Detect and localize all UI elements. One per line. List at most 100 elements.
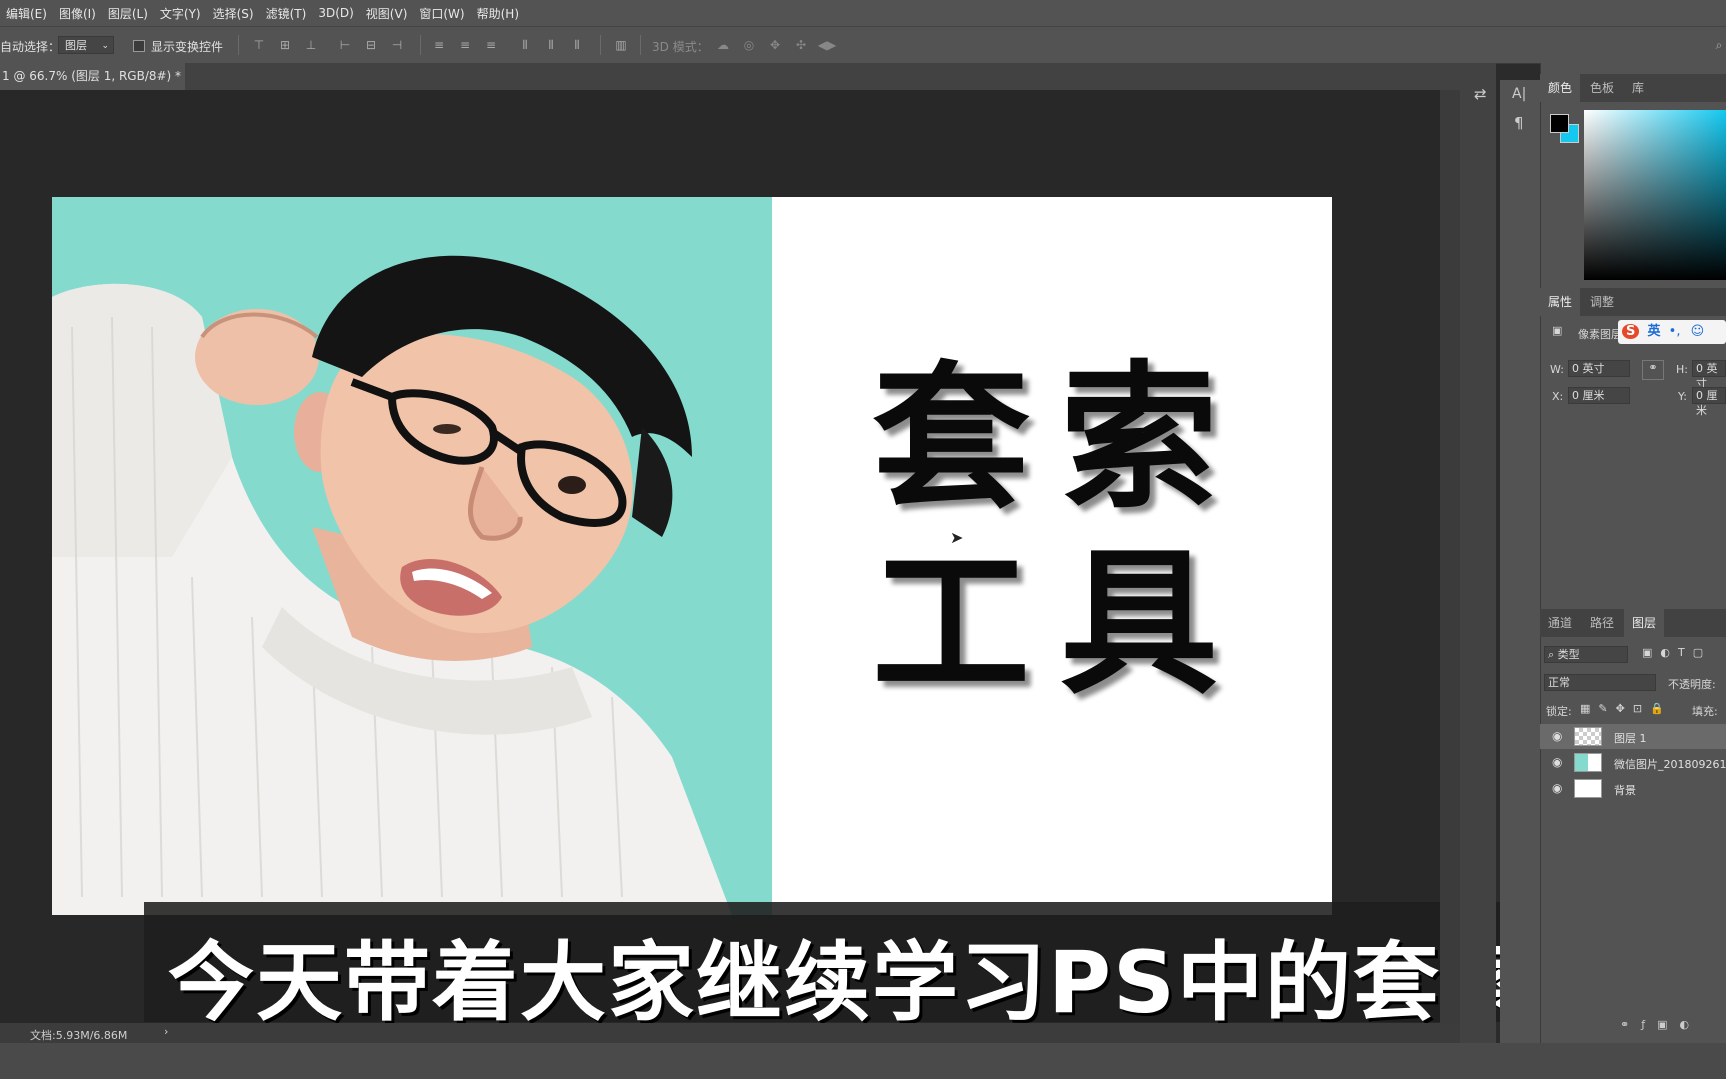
auto-align-icon[interactable]: ▥ [612,37,630,53]
chevron-down-icon: ⌄ [101,41,109,51]
y-field[interactable]: 0 厘米 [1692,387,1726,417]
link-icon[interactable]: ⚭ [1642,360,1664,380]
width-field[interactable]: 0 英寸 [1568,360,1630,377]
color-panel-tabs: 颜色 色板 库 [1540,74,1726,102]
canvas-photo [52,197,772,915]
w-label: W: [1550,363,1564,376]
tab-swatches[interactable]: 色板 [1582,74,1622,102]
distribute-vcenter-icon[interactable]: ≡ [456,37,474,53]
menu-window[interactable]: 窗口(W) [413,5,470,22]
props-kind-label: 像素图层 [1578,328,1622,341]
layer-thumbnail [1574,753,1602,772]
pixel-layer-icon: ▣ [1552,324,1563,337]
document-tab-title: 1 @ 66.7% (图层 1, RGB/8#) * [2,69,182,83]
tab-properties[interactable]: 属性 [1540,288,1581,316]
options-bar: 自动选择： 图层 ⌄ 显示变换控件 ⊤ ⊞ ⊥ ⊢ ⊟ ⊣ ≡ ≡ ≡ ⦀ ⦀ … [0,26,1726,64]
3d-roll-icon[interactable]: ◎ [740,37,758,53]
foreground-color-swatch[interactable] [1550,114,1569,133]
ime-punct-label[interactable]: •, [1669,324,1681,339]
layer-filter-value: 类型 [1557,648,1580,661]
layer-name: 背景 [1614,784,1636,797]
fill-label: 填充: [1692,705,1718,718]
document-tab-bar [0,63,1466,90]
layer-filter-dropdown[interactable]: ⌕ 类型 [1544,646,1628,663]
divider [640,35,641,55]
eye-icon[interactable]: ◉ [1552,781,1562,795]
ime-brand-icon: S [1622,324,1640,339]
show-transform-checkbox[interactable] [133,40,145,52]
status-bar: 文档:5.93M/6.86M › [0,1023,1466,1043]
search-icon[interactable]: ⌕ [1710,37,1726,53]
height-field[interactable]: 0 英寸 [1692,360,1726,390]
layer-name: 图层 1 [1614,732,1647,745]
divider [238,35,239,55]
ime-lang-label[interactable]: 英 [1648,324,1661,339]
tab-layers[interactable]: 图层 [1624,609,1665,637]
align-hcenter-icon[interactable]: ⊟ [362,37,380,53]
3d-scale-icon[interactable]: ◀▶ [818,37,836,53]
properties-panel-tabs: 属性 调整 [1540,288,1726,316]
divider [600,35,601,55]
emoji-icon[interactable]: ☺ [1691,324,1705,339]
layer-filter-icons[interactable]: ▣◐T▢ [1642,646,1711,659]
x-field[interactable]: 0 厘米 [1568,387,1630,404]
distribute-hcenter-icon[interactable]: ⦀ [542,37,560,53]
divider [420,35,421,55]
3d-slide-icon[interactable]: ✣ [792,37,810,53]
distribute-right-icon[interactable]: ⦀ [568,37,586,53]
3d-pan-icon[interactable]: ✥ [766,37,784,53]
eye-icon[interactable]: ◉ [1552,729,1562,743]
panel-icon-column: A| ¶ [1500,80,1540,1043]
menu-select[interactable]: 选择(S) [207,5,260,22]
menu-3d[interactable]: 3D(D) [312,6,359,20]
document-tab[interactable]: 1 @ 66.7% (图层 1, RGB/8#) * × [0,63,185,110]
menu-bar: 编辑(E) 图像(I) 图层(L) 文字(Y) 选择(S) 滤镜(T) 3D(D… [0,0,1726,26]
color-picker-field[interactable] [1584,110,1726,280]
layer-row[interactable]: ◉ 图层 1 [1540,724,1726,749]
ime-toolbar[interactable]: S 英 •, ☺ [1618,320,1726,344]
doc-size-status: 文档:5.93M/6.86M [30,1029,128,1042]
layer-row[interactable]: ◉ 背景 [1540,776,1726,801]
eye-icon[interactable]: ◉ [1552,755,1562,769]
distribute-bottom-icon[interactable]: ≡ [482,37,500,53]
layer-row[interactable]: ◉ 微信图片_201809261 [1540,750,1726,775]
canvas-title-line1: 套索 [872,347,1248,531]
tab-color[interactable]: 颜色 [1540,74,1581,102]
distribute-top-icon[interactable]: ≡ [430,37,448,53]
menu-filter[interactable]: 滤镜(T) [260,5,313,22]
layer-actions[interactable]: ⚭ƒ▣◐ [1620,1018,1701,1031]
tab-channels[interactable]: 通道 [1540,609,1580,637]
menu-layer[interactable]: 图层(L) [102,5,154,22]
move-cursor-icon: ➤ [950,528,964,547]
align-right-icon[interactable]: ⊣ [388,37,406,53]
show-transform-label: 显示变换控件 [151,40,224,54]
align-vcenter-icon[interactable]: ⊞ [276,37,294,53]
align-bottom-icon[interactable]: ⊥ [302,37,320,53]
bottom-bar [0,1043,1726,1079]
paragraph-icon[interactable]: ¶ [1514,114,1524,132]
layer-thumbnail [1574,779,1602,798]
tab-paths[interactable]: 路径 [1582,609,1622,637]
opacity-label: 不透明度: [1668,678,1716,691]
chevron-right-icon[interactable]: › [164,1025,168,1038]
tab-adjustments[interactable]: 调整 [1582,288,1622,316]
auto-select-value: 图层 [65,39,87,52]
align-top-icon[interactable]: ⊤ [250,37,268,53]
character-icon[interactable]: A| [1512,86,1526,102]
canvas-title-line2: 工具 [872,532,1248,716]
3d-orbit-icon[interactable]: ☁ [714,37,732,53]
tab-libraries[interactable]: 库 [1624,74,1652,102]
blend-mode-dropdown[interactable]: 正常 [1544,674,1656,691]
distribute-left-icon[interactable]: ⦀ [516,37,534,53]
lock-icons[interactable]: ▦✎✥⊡🔒 [1580,702,1672,715]
menu-help[interactable]: 帮助(H) [471,5,525,22]
align-left-icon[interactable]: ⊢ [336,37,354,53]
menu-image[interactable]: 图像(I) [53,5,102,22]
vertical-scrollbar[interactable] [1440,90,1460,1023]
history-icon[interactable]: ⇄ [1474,85,1487,103]
menu-view[interactable]: 视图(V) [360,5,414,22]
menu-edit[interactable]: 编辑(E) [0,5,53,22]
person-photo [52,255,732,915]
menu-type[interactable]: 文字(Y) [154,5,207,22]
auto-select-dropdown[interactable]: 图层 ⌄ [58,36,114,54]
